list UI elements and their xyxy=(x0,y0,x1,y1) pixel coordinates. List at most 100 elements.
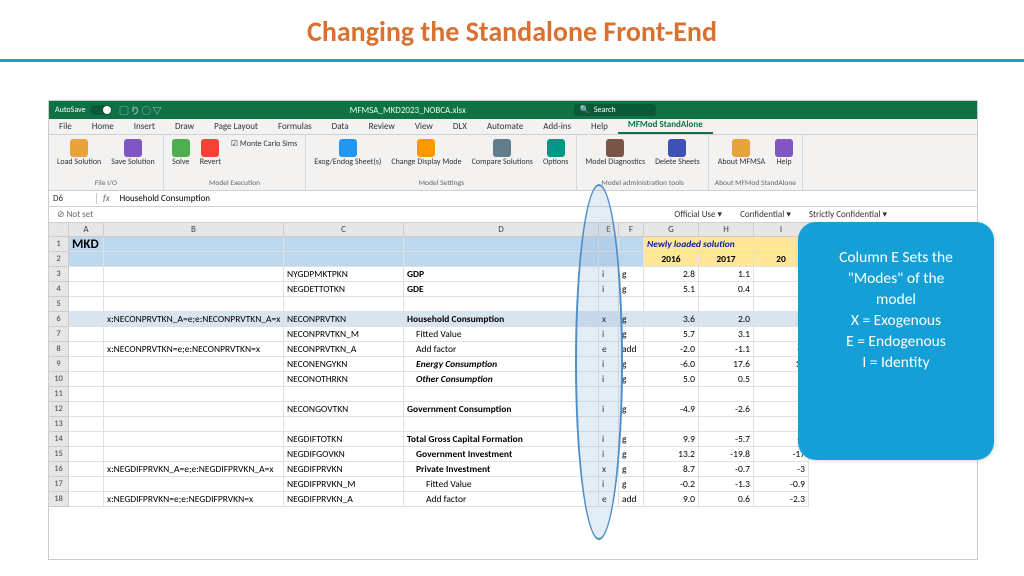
cell[interactable] xyxy=(104,372,284,387)
cell[interactable]: g xyxy=(619,432,644,447)
ribbon-button[interactable]: Save Solution xyxy=(109,137,157,169)
fx-icon[interactable]: fx xyxy=(97,193,116,204)
cell[interactable]: NECONOTHRKN xyxy=(284,372,404,387)
ribbon-button[interactable]: Model Diagnostics xyxy=(583,137,647,169)
cell[interactable] xyxy=(599,387,619,402)
tab-formulas[interactable]: Formulas xyxy=(268,119,322,134)
tab-automate[interactable]: Automate xyxy=(477,119,533,134)
cell[interactable]: 9.9 xyxy=(644,432,699,447)
cell[interactable]: 0.4 xyxy=(699,282,754,297)
row-header[interactable]: 9 xyxy=(49,357,69,372)
cell[interactable] xyxy=(599,237,619,252)
cell[interactable] xyxy=(104,387,284,402)
ribbon-button[interactable]: Change Display Mode xyxy=(389,137,463,169)
cell[interactable]: NEGDIFPRVKN_M xyxy=(284,477,404,492)
cell[interactable] xyxy=(619,417,644,432)
cell[interactable] xyxy=(599,297,619,312)
cell[interactable] xyxy=(69,402,104,417)
cell[interactable] xyxy=(69,252,104,267)
cell[interactable]: -2.3 xyxy=(754,492,809,507)
ribbon-button[interactable]: Delete Sheets xyxy=(653,137,702,169)
cell[interactable]: NECONGOVTKN xyxy=(284,402,404,417)
col-header[interactable]: A xyxy=(69,223,104,237)
cell[interactable]: Newly loaded solution xyxy=(644,237,809,252)
cell[interactable]: 5.1 xyxy=(644,282,699,297)
cell[interactable] xyxy=(69,417,104,432)
row-header[interactable]: 2 xyxy=(49,252,69,267)
quick-access-toolbar[interactable]: ▢ り ◯ ▽ xyxy=(120,104,162,117)
cell[interactable]: x:NEGDIFPRVKN=e;e:NEGDIFPRVKN=x xyxy=(104,492,284,507)
cell[interactable] xyxy=(69,462,104,477)
cell[interactable] xyxy=(104,417,284,432)
cell[interactable]: NECONPRVTKN xyxy=(284,312,404,327)
row-header[interactable]: 3 xyxy=(49,267,69,282)
cell[interactable]: Fitted Value xyxy=(404,477,599,492)
cell[interactable] xyxy=(404,237,599,252)
ribbon-button[interactable]: Load Solution xyxy=(55,137,103,169)
cell[interactable] xyxy=(69,342,104,357)
col-header[interactable]: B xyxy=(104,223,284,237)
autosave-toggle[interactable]: AutoSave xyxy=(55,105,112,115)
cell[interactable]: i xyxy=(599,432,619,447)
cell[interactable]: i xyxy=(599,447,619,462)
search-input[interactable]: 🔍Search xyxy=(574,104,656,116)
ribbon-checkbox[interactable]: ☑ Monte Carlo Sims xyxy=(229,137,299,151)
cell[interactable]: 0.5 xyxy=(699,372,754,387)
cell[interactable] xyxy=(404,387,599,402)
cell[interactable]: -1.3 xyxy=(699,477,754,492)
cell[interactable] xyxy=(104,252,284,267)
row-header[interactable]: 4 xyxy=(49,282,69,297)
col-header[interactable]: F xyxy=(619,223,644,237)
cell[interactable] xyxy=(284,387,404,402)
tab-draw[interactable]: Draw xyxy=(165,119,204,134)
row-header[interactable]: 15 xyxy=(49,447,69,462)
cell[interactable]: g xyxy=(619,447,644,462)
sensitivity-option[interactable]: Confidential ▾ xyxy=(740,209,791,220)
cell[interactable] xyxy=(284,237,404,252)
cell[interactable] xyxy=(69,372,104,387)
ribbon-button[interactable]: Help xyxy=(773,137,795,169)
cell[interactable]: Fitted Value xyxy=(404,327,599,342)
cell[interactable]: -19.8 xyxy=(699,447,754,462)
tab-add-ins[interactable]: Add-ins xyxy=(533,119,581,134)
cell[interactable] xyxy=(69,297,104,312)
sensitivity-option[interactable]: Official Use ▾ xyxy=(674,209,722,220)
tab-insert[interactable]: Insert xyxy=(124,119,165,134)
cell[interactable]: 2017 xyxy=(699,252,754,267)
cell[interactable] xyxy=(104,357,284,372)
cell[interactable]: Private Investment xyxy=(404,462,599,477)
cell[interactable] xyxy=(699,387,754,402)
cell[interactable]: 5.0 xyxy=(644,372,699,387)
cell[interactable]: x:NECONPRVTKN_A=e;e:NECONPRVTKN_A=x xyxy=(104,312,284,327)
cell[interactable]: g xyxy=(619,267,644,282)
cell[interactable]: i xyxy=(599,402,619,417)
cell[interactable] xyxy=(619,387,644,402)
row-header[interactable]: 7 xyxy=(49,327,69,342)
cell[interactable] xyxy=(69,282,104,297)
name-box[interactable]: D6 xyxy=(49,193,97,204)
cell[interactable]: 0.6 xyxy=(699,492,754,507)
cell[interactable]: GDP xyxy=(404,267,599,282)
cell[interactable]: Household Consumption xyxy=(404,312,599,327)
cell[interactable] xyxy=(69,432,104,447)
row-header[interactable]: 6 xyxy=(49,312,69,327)
cell[interactable]: 8.7 xyxy=(644,462,699,477)
cell[interactable]: NECONENGYKN xyxy=(284,357,404,372)
row-header[interactable]: 12 xyxy=(49,402,69,417)
cell[interactable]: g xyxy=(619,357,644,372)
cell[interactable] xyxy=(644,297,699,312)
cell[interactable]: x:NECONPRVTKN=e;e:NECONPRVTKN=x xyxy=(104,342,284,357)
cell[interactable] xyxy=(69,327,104,342)
cell[interactable]: Add factor xyxy=(404,492,599,507)
cell[interactable] xyxy=(104,402,284,417)
cell[interactable]: 5.7 xyxy=(644,327,699,342)
cell[interactable]: i xyxy=(599,357,619,372)
cell[interactable]: x:NEGDIFPRVKN_A=e;e:NEGDIFPRVKN_A=x xyxy=(104,462,284,477)
ribbon-button[interactable]: Exog/Endog Sheet(s) xyxy=(312,137,383,169)
cell[interactable]: 1.1 xyxy=(699,267,754,282)
cell[interactable] xyxy=(644,417,699,432)
tab-review[interactable]: Review xyxy=(359,119,405,134)
not-set-label[interactable]: ⊘ Not set xyxy=(49,209,101,220)
cell[interactable]: 3.6 xyxy=(644,312,699,327)
cell[interactable] xyxy=(104,327,284,342)
